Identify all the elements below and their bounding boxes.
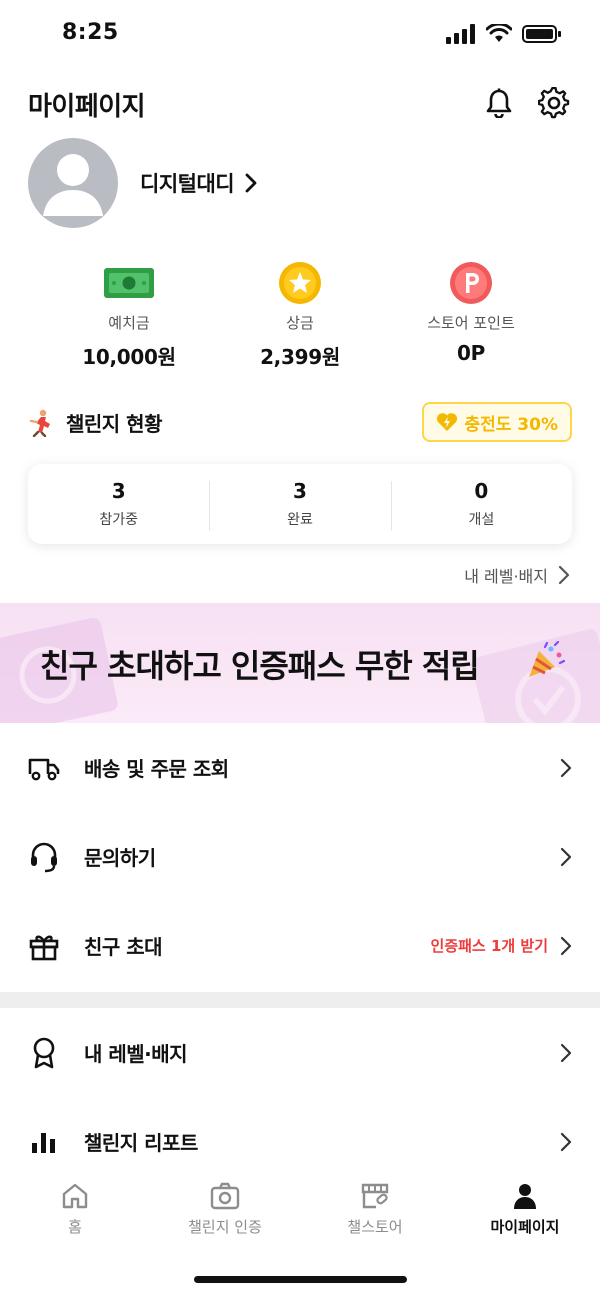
level-link-label: 내 레벨·배지 [464,567,548,586]
heart-bolt-icon [437,413,458,431]
headset-icon [28,841,60,873]
status-time: 8:25 [62,20,119,45]
chevron-right-icon [560,758,572,777]
chevron-right-icon [560,936,572,955]
person-icon [514,1184,536,1209]
stat-deposit[interactable]: 예치금 10,000원 [44,260,214,370]
count-number: 3 [293,479,307,503]
tab-label: 마이페이지 [490,1218,560,1236]
gear-icon[interactable] [537,86,571,120]
default-avatar-icon [43,154,103,216]
status-icons [446,24,562,44]
nickname: 디지털대디 [140,172,235,196]
menu-list-primary: 배송 및 주문 조회 문의하기 친구 초대 인증패스 1개 받기 [0,723,600,990]
tab-label: 챌린지 인증 [188,1218,262,1236]
count-label: 개설 [468,512,495,528]
stat-label: 상금 [286,314,314,332]
menu-item-invite[interactable]: 친구 초대 인증패스 1개 받기 [0,901,600,990]
bar-chart-icon [28,1126,60,1158]
star-coin-icon [215,260,385,306]
cash-icon [44,260,214,306]
page-header: 마이페이지 [0,80,600,128]
challenge-count-card: 3 참가중 3 완료 0 개설 [28,464,572,544]
invite-banner[interactable]: 친구 초대하고 인증패스 무한 적립 [0,603,600,723]
banner-text: 친구 초대하고 인증패스 무한 적립 [40,647,480,685]
wallet-stats: 예치금 10,000원 상금 2,399원 스토어 포인트 0P [0,260,600,370]
challenge-status-header: 챌린지 현황 충전도 30% [28,402,572,444]
count-completed[interactable]: 3 완료 [209,479,390,531]
stat-value: 0P [457,341,485,365]
menu-label: 챌린지 리포트 [84,1131,198,1155]
count-number: 0 [474,479,489,503]
avatar[interactable] [28,138,118,228]
tab-store[interactable]: 챌스토어 [300,1168,450,1248]
chevron-right-icon [558,565,570,585]
menu-item-delivery[interactable]: 배송 및 주문 조회 [0,723,600,812]
tab-home[interactable]: 홈 [0,1168,150,1248]
stat-value: 10,000원 [82,345,176,369]
section-divider [0,992,600,1008]
point-coin-icon [386,260,556,306]
wifi-icon [486,24,512,42]
stat-label: 스토어 포인트 [427,314,515,332]
menu-label: 내 레벨·배지 [84,1042,188,1066]
stat-prize[interactable]: 상금 2,399원 [215,260,385,370]
menu-label: 배송 및 주문 조회 [84,757,229,781]
status-bar: 8:25 [0,0,600,70]
tab-mypage[interactable]: 마이페이지 [450,1168,600,1248]
store-icon [361,1183,389,1209]
camera-icon [210,1182,240,1210]
charge-badge[interactable]: 충전도 30% [422,402,572,442]
menu-label: 친구 초대 [84,935,163,959]
tab-label: 챌스토어 [347,1218,403,1236]
battery-icon [522,25,561,43]
menu-item-level-badge[interactable]: 내 레벨·배지 [0,1008,600,1097]
stat-label: 예치금 [108,314,150,332]
tab-label: 홈 [68,1218,82,1236]
count-label: 완료 [287,512,313,528]
count-number: 3 [111,479,126,503]
chevron-right-icon [245,173,257,193]
chevron-right-icon [560,847,572,866]
count-participating[interactable]: 3 참가중 [28,479,209,529]
stat-value: 2,399원 [260,345,340,369]
menu-label: 문의하기 [84,846,156,870]
signal-icon [446,24,475,44]
challenge-title: 챌린지 현황 [66,412,162,436]
gift-icon [28,930,60,962]
stat-store-point[interactable]: 스토어 포인트 0P [386,260,556,365]
bottom-tab-bar: 홈 챌린지 인증 챌스토어 마이페이지 [0,1168,600,1248]
runner-icon [29,409,50,437]
home-icon [62,1183,88,1209]
count-opened[interactable]: 0 개설 [390,479,572,531]
page-title: 마이페이지 [28,92,146,122]
truck-icon [28,752,60,784]
bell-icon[interactable] [482,86,516,120]
menu-item-inquiry[interactable]: 문의하기 [0,812,600,901]
chevron-right-icon [560,1132,572,1151]
invite-reward-text: 인증패스 1개 받기 [430,937,548,955]
party-popper-icon [529,641,565,677]
count-label: 참가중 [99,512,138,528]
badge-icon [28,1037,60,1069]
charge-text: 충전도 30% [464,414,558,435]
menu-list-secondary: 내 레벨·배지 챌린지 리포트 [0,1008,600,1186]
profile-link[interactable]: 디지털대디 [140,168,258,198]
chevron-right-icon [560,1043,572,1062]
tab-challenge-verify[interactable]: 챌린지 인증 [150,1168,300,1248]
home-indicator [194,1276,407,1283]
profile-section: 디지털대디 [28,138,572,230]
level-badge-link[interactable]: 내 레벨·배지 [464,563,570,587]
